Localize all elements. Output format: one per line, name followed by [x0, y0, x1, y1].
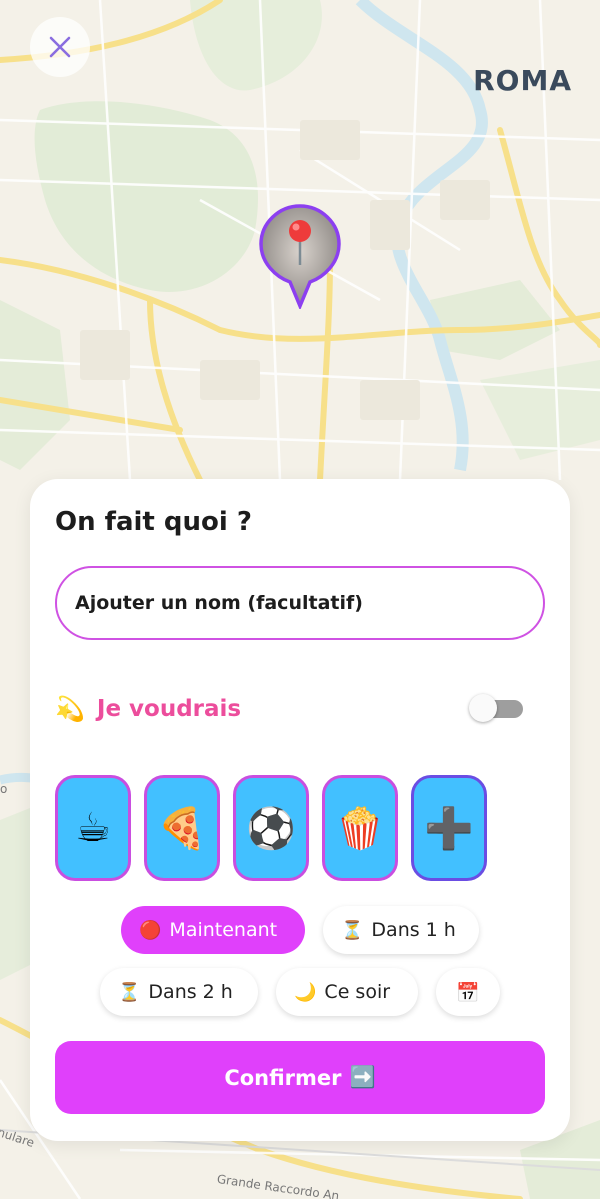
confirm-label: Confirmer — [224, 1065, 342, 1090]
football-icon: ⚽ — [246, 805, 296, 852]
activity-coffee-button[interactable]: ☕ — [55, 775, 131, 881]
chip-in-2h[interactable]: ⏳ Dans 2 h — [100, 968, 258, 1016]
chip-row: ⏳ Dans 2 h 🌙 Ce soir 📅 — [30, 968, 570, 1016]
name-input[interactable] — [55, 566, 545, 640]
coffee-icon: ☕ — [75, 805, 111, 851]
chip-row: 🔴 Maintenant ⏳ Dans 1 h — [30, 906, 570, 954]
wish-label: Je voudrais — [96, 696, 242, 722]
add-activity-button[interactable]: ➕ — [411, 775, 487, 881]
road-label: o — [0, 782, 8, 796]
time-chips: 🔴 Maintenant ⏳ Dans 1 h ⏳ Dans 2 h 🌙 Ce … — [30, 906, 570, 1030]
popcorn-icon: 🍿 — [335, 805, 385, 852]
toggle-knob — [469, 694, 497, 722]
activity-card: On fait quoi ? 💫 Je voudrais ☕ 🍕 ⚽ 🍿 ➕ 🔴 — [30, 479, 570, 1141]
map-pin-icon[interactable] — [258, 203, 342, 309]
chip-now[interactable]: 🔴 Maintenant — [121, 906, 305, 954]
red-circle-icon: 🔴 — [139, 919, 162, 941]
chip-label: Ce soir — [324, 981, 391, 1003]
activity-popcorn-button[interactable]: 🍿 — [322, 775, 398, 881]
dizzy-star-icon: 💫 — [55, 695, 85, 723]
activity-football-button[interactable]: ⚽ — [233, 775, 309, 881]
plus-icon: ➕ — [424, 805, 474, 852]
chip-in-1h[interactable]: ⏳ Dans 1 h — [323, 906, 479, 954]
close-button[interactable] — [30, 17, 90, 77]
confirm-button[interactable]: Confirmer ➡️ — [55, 1041, 545, 1114]
chip-label: Maintenant — [169, 919, 278, 941]
chip-calendar[interactable]: 📅 — [436, 968, 500, 1016]
chip-label: Dans 2 h — [148, 981, 233, 1003]
wish-row: 💫 Je voudrais — [55, 689, 525, 729]
card-title: On fait quoi ? — [55, 507, 252, 537]
calendar-icon: 📅 — [456, 981, 480, 1004]
arrow-right-icon: ➡️ — [349, 1065, 376, 1089]
activity-pizza-button[interactable]: 🍕 — [144, 775, 220, 881]
city-label: ROMA — [473, 64, 572, 97]
activity-list: ☕ 🍕 ⚽ 🍿 ➕ — [55, 775, 487, 881]
chip-label: Dans 1 h — [371, 919, 456, 941]
chip-tonight[interactable]: 🌙 Ce soir — [276, 968, 418, 1016]
hourglass-icon: ⏳ — [341, 919, 364, 941]
wish-toggle[interactable] — [469, 694, 525, 722]
close-icon — [49, 36, 71, 58]
hourglass-icon: ⏳ — [118, 981, 141, 1003]
moon-icon: 🌙 — [294, 981, 317, 1003]
pizza-icon: 🍕 — [157, 805, 207, 852]
